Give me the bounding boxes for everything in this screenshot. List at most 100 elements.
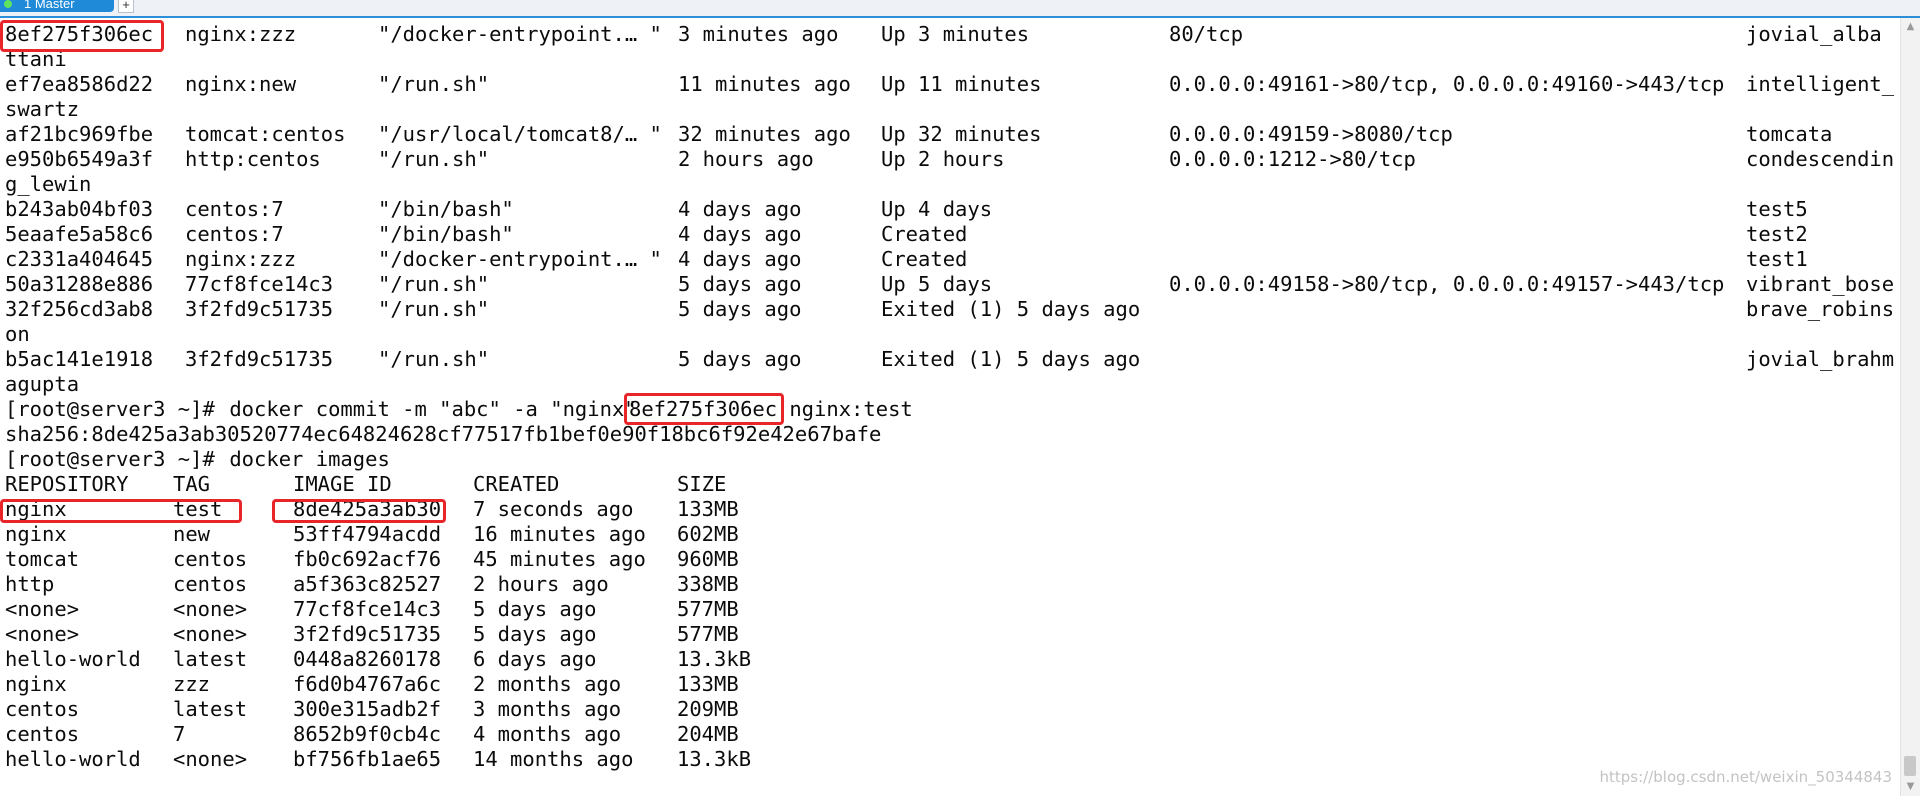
ps-id: 50a31288e886 (5, 272, 154, 296)
image-size: 577MB (677, 622, 739, 646)
ps-image: centos:7 (185, 222, 284, 246)
ps-created: 5 days ago (678, 347, 802, 371)
image-repository: <none> (5, 597, 80, 621)
image-repository: tomcat (5, 547, 80, 571)
image-image-id: 0448a8260178 (293, 647, 442, 671)
ps-command: "/run.sh" (378, 72, 490, 96)
ps-status: Up 5 days (881, 272, 993, 296)
image-row: nginx zzz f6d0b4767a6c 2 months ago 133MB (0, 672, 1900, 697)
image-row: tomcat centos fb0c692acf76 45 minutes ago 96… (0, 547, 1900, 572)
image-created: 4 months ago (473, 722, 622, 746)
image-created: 5 days ago (473, 622, 597, 646)
ps-names-wrap: on (5, 322, 30, 346)
image-created: 7 seconds ago (473, 497, 634, 521)
image-repository: centos (5, 697, 80, 721)
ps-row: c2331a404645 nginx:zzz "/docker-entrypoint… (0, 247, 1900, 272)
ps-ports: 0.0.0.0:1212->80/tcp (1169, 147, 1416, 171)
image-image-id: fb0c692acf76 (293, 547, 442, 571)
image-created: 2 months ago (473, 672, 622, 696)
ps-created: 4 days ago (678, 197, 802, 221)
image-image-id: 300e315adb2f (293, 697, 442, 721)
ps-image: 77cf8fce14c3 (185, 272, 334, 296)
scroll-thumb[interactable] (1904, 756, 1916, 776)
ps-created: 4 days ago (678, 247, 802, 271)
ps-image: http:centos (185, 147, 321, 171)
ps-command: "/run.sh" (378, 147, 490, 171)
tab-bar: 1 Master + (0, 0, 1920, 18)
image-row: centos 7 8652b9f0cb4c 4 months ago 204MB (0, 722, 1900, 747)
image-repository: nginx (5, 522, 67, 546)
image-repository: nginx (5, 497, 67, 521)
ps-names: test2 (1746, 222, 1808, 246)
ps-id: 32f256cd3ab8 (5, 297, 154, 321)
ps-command: "/docker-entrypoint.… " (378, 22, 662, 46)
ps-id: e950b6549a3f (5, 147, 154, 171)
ps-row: 50a31288e886 77cf8fce14c3 "/run.sh" 5 days … (0, 272, 1900, 297)
image-tag: new (173, 522, 211, 546)
image-row: nginx new 53ff4794acdd 16 minutes ago 602MB (0, 522, 1900, 547)
status-dot-icon (4, 0, 12, 8)
image-size: 133MB (677, 497, 739, 521)
image-size: 577MB (677, 597, 739, 621)
ps-status: Up 11 minutes (881, 72, 1042, 96)
ps-names: test5 (1746, 197, 1808, 221)
terminal-output[interactable]: 8ef275f306ec nginx:zzz "/docker-entrypoint… (0, 22, 1900, 796)
ps-names: tomcata (1746, 122, 1833, 146)
ps-status: Created (881, 247, 968, 271)
image-repository: <none> (5, 622, 80, 646)
commit-command-line: [root@server3 ~]# docker commit -m "abc"… (0, 397, 1900, 422)
scroll-up-icon[interactable]: ▲ (1901, 18, 1920, 36)
image-size: 13.3kB (677, 647, 752, 671)
image-created: 5 days ago (473, 597, 597, 621)
ps-names: condescendin (1746, 147, 1895, 171)
ps-names: brave_robins (1746, 297, 1895, 321)
ps-ports: 0.0.0.0:49159->8080/tcp (1169, 122, 1453, 146)
header-image-id: IMAGE ID (293, 472, 392, 496)
ps-row: b5ac141e1918 3f2fd9c51735 "/run.sh" 5 days … (0, 347, 1900, 372)
ps-id: b5ac141e1918 (5, 347, 154, 371)
ps-command: "/bin/bash" (378, 222, 514, 246)
ps-row-wrap: g_lewin (0, 172, 1900, 197)
ps-status: Up 3 minutes (881, 22, 1030, 46)
image-image-id: a5f363c82527 (293, 572, 442, 596)
ps-image: 3f2fd9c51735 (185, 347, 334, 371)
scroll-down-icon[interactable]: ▼ (1901, 778, 1920, 796)
image-repository: http (5, 572, 55, 596)
image-tag: test (173, 497, 223, 521)
image-size: 204MB (677, 722, 739, 746)
image-tag: centos (173, 547, 248, 571)
ps-row: af21bc969fbe tomcat:centos "/usr/local/tom… (0, 122, 1900, 147)
image-size: 13.3kB (677, 747, 752, 771)
image-created: 2 hours ago (473, 572, 609, 596)
tab-master[interactable]: 1 Master (0, 0, 114, 12)
new-tab-button[interactable]: + (118, 0, 134, 13)
ps-created: 5 days ago (678, 272, 802, 296)
ps-row-wrap: agupta (0, 372, 1900, 397)
image-tag: <none> (173, 597, 248, 621)
ps-command: "/usr/local/tomcat8/… " (378, 122, 662, 146)
image-created: 6 days ago (473, 647, 597, 671)
ps-status: Exited (1) 5 days ago (881, 297, 1141, 321)
ps-command: "/docker-entrypoint.… " (378, 247, 662, 271)
ps-command: "/run.sh" (378, 297, 490, 321)
images-command-line: [root@server3 ~]# docker images (0, 447, 1900, 472)
ps-names: test1 (1746, 247, 1808, 271)
ps-ports: 80/tcp (1169, 22, 1244, 46)
image-repository: nginx (5, 672, 67, 696)
ps-created: 5 days ago (678, 297, 802, 321)
scrollbar[interactable]: ▲ ▼ (1900, 18, 1920, 796)
image-tag: latest (173, 697, 248, 721)
ps-row: b243ab04bf03 centos:7 "/bin/bash" 4 days ag… (0, 197, 1900, 222)
ps-names: jovial_brahm (1746, 347, 1895, 371)
ps-id: af21bc969fbe (5, 122, 154, 146)
command-text: docker commit -m "abc" -a "nginx" (217, 397, 649, 421)
ps-created: 32 minutes ago (678, 122, 851, 146)
ps-names-wrap: agupta (5, 372, 80, 396)
watermark: https://blog.csdn.net/weixin_50344843 (1599, 768, 1892, 786)
ps-created: 11 minutes ago (678, 72, 851, 96)
image-size: 133MB (677, 672, 739, 696)
ps-ports: 0.0.0.0:49161->80/tcp, 0.0.0.0:49160->44… (1169, 72, 1725, 96)
ps-command: "/run.sh" (378, 272, 490, 296)
ps-names: intelligent_ (1746, 72, 1895, 96)
image-row: http centos a5f363c82527 2 hours ago 338MB (0, 572, 1900, 597)
